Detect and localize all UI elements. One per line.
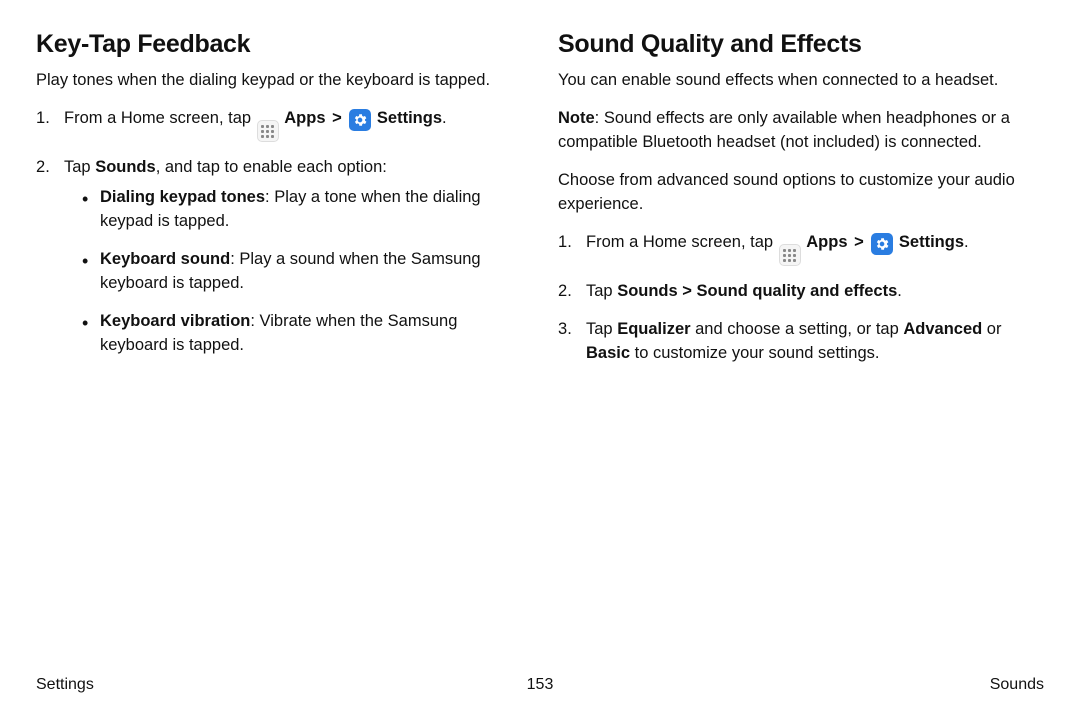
- bullet-bold: Keyboard vibration: [100, 312, 250, 330]
- step-text: to customize your sound settings.: [630, 344, 879, 362]
- step-text: From a Home screen, tap: [586, 233, 778, 251]
- right-column: Sound Quality and Effects You can enable…: [558, 30, 1044, 380]
- step-text: Tap: [586, 282, 617, 300]
- note-text: : Sound effects are only available when …: [558, 109, 1010, 151]
- step-bold: Sounds > Sound quality and effects: [617, 282, 897, 300]
- settings-icon: [349, 109, 371, 131]
- period: .: [964, 233, 969, 251]
- gear-icon: [874, 236, 890, 252]
- left-bullets: Dialing keypad tones: Play a tone when t…: [64, 186, 522, 358]
- step-bold: Basic: [586, 344, 630, 362]
- note-bold: Note: [558, 109, 595, 127]
- bullet-bold: Keyboard sound: [100, 250, 230, 268]
- step-text: or: [982, 320, 1001, 338]
- settings-icon: [871, 233, 893, 255]
- step-text: , and tap to enable each option:: [156, 158, 387, 176]
- right-intro: You can enable sound effects when connec…: [558, 69, 1044, 93]
- apps-grid-icon: [783, 249, 796, 262]
- page-footer: Settings 153 Sounds: [36, 676, 1044, 694]
- list-item: Keyboard sound: Play a sound when the Sa…: [82, 248, 522, 296]
- right-choose: Choose from advanced sound options to cu…: [558, 169, 1044, 217]
- apps-label: Apps: [806, 233, 847, 251]
- right-note: Note: Sound effects are only available w…: [558, 107, 1044, 155]
- page-number: 153: [527, 676, 554, 694]
- left-step-2: Tap Sounds, and tap to enable each optio…: [36, 156, 522, 357]
- step-text: Tap: [586, 320, 617, 338]
- step-text: From a Home screen, tap: [64, 109, 256, 127]
- step-bold: Sounds: [95, 158, 156, 176]
- manual-page: Key-Tap Feedback Play tones when the dia…: [0, 0, 1080, 720]
- chevron-icon: >: [330, 109, 344, 127]
- left-steps: From a Home screen, tap Apps >: [36, 107, 522, 358]
- bullet-bold: Dialing keypad tones: [100, 188, 265, 206]
- chevron-icon: >: [852, 233, 866, 251]
- right-step-2: Tap Sounds > Sound quality and effects.: [558, 280, 1044, 304]
- period: .: [442, 109, 447, 127]
- step-text: .: [897, 282, 902, 300]
- apps-grid-icon: [261, 125, 274, 138]
- right-steps: From a Home screen, tap Apps >: [558, 231, 1044, 366]
- list-item: Dialing keypad tones: Play a tone when t…: [82, 186, 522, 234]
- list-item: Keyboard vibration: Vibrate when the Sam…: [82, 310, 522, 358]
- right-step-1: From a Home screen, tap Apps >: [558, 231, 1044, 267]
- step-text: Tap: [64, 158, 95, 176]
- apps-icon: [257, 120, 279, 142]
- step-bold: Advanced: [903, 320, 982, 338]
- left-intro: Play tones when the dialing keypad or th…: [36, 69, 522, 93]
- left-column: Key-Tap Feedback Play tones when the dia…: [36, 30, 522, 380]
- left-heading: Key-Tap Feedback: [36, 30, 522, 59]
- settings-label: Settings: [899, 233, 964, 251]
- settings-label: Settings: [377, 109, 442, 127]
- two-column-layout: Key-Tap Feedback Play tones when the dia…: [36, 30, 1044, 380]
- right-heading: Sound Quality and Effects: [558, 30, 1044, 59]
- footer-right: Sounds: [990, 676, 1044, 694]
- gear-icon: [352, 112, 368, 128]
- footer-left: Settings: [36, 676, 94, 694]
- apps-label: Apps: [284, 109, 325, 127]
- left-step-1: From a Home screen, tap Apps >: [36, 107, 522, 143]
- step-bold: Equalizer: [617, 320, 690, 338]
- right-step-3: Tap Equalizer and choose a setting, or t…: [558, 318, 1044, 366]
- step-text: and choose a setting, or tap: [691, 320, 904, 338]
- apps-icon: [779, 244, 801, 266]
